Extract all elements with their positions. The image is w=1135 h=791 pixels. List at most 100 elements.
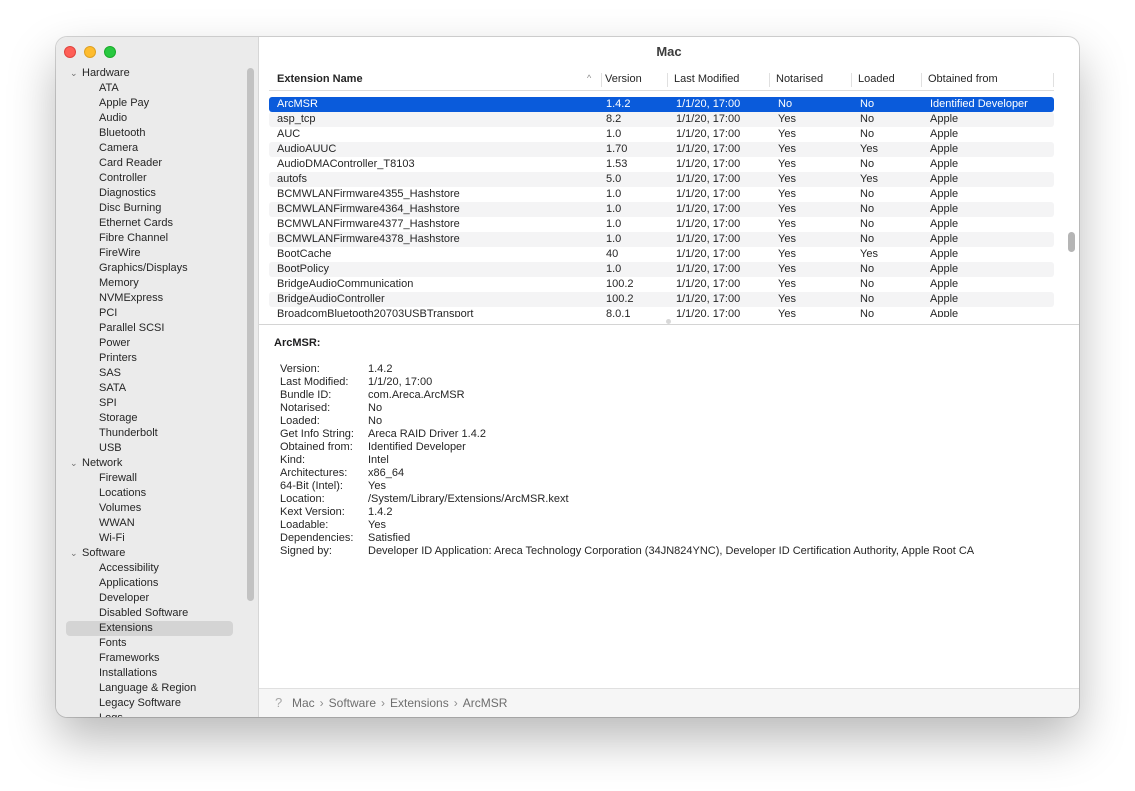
sidebar-item-extensions[interactable]: Extensions (99, 621, 153, 636)
column-header-last-modified[interactable]: Last Modified (674, 73, 739, 85)
table-cell-name: BridgeAudioCommunication (277, 278, 414, 290)
sidebar-item-logs[interactable]: Logs (99, 711, 123, 717)
table-cell-loaded: Yes (860, 143, 878, 155)
breadcrumb-item[interactable]: ArcMSR (463, 696, 508, 710)
sidebar-item-fonts[interactable]: Fonts (99, 636, 127, 651)
breadcrumb-item[interactable]: Software (329, 696, 376, 710)
table-cell-from: Apple (930, 218, 959, 230)
disclosure-chevron-icon[interactable]: ⌄ (70, 456, 82, 471)
sidebar-item-volumes[interactable]: Volumes (99, 501, 141, 516)
table-row[interactable]: BroadcomBluetooth20703USBTransport 8.0.1 1… (269, 307, 1054, 317)
sidebar-item-bluetooth[interactable]: Bluetooth (99, 126, 145, 141)
sidebar-item-spi[interactable]: SPI (99, 396, 117, 411)
table-cell-notarised: No (778, 98, 793, 110)
table-scrollbar[interactable] (1068, 232, 1075, 252)
table-cell-notarised: Yes (778, 203, 796, 215)
sidebar-item-locations[interactable]: Locations (99, 486, 146, 501)
table-cell-version: 100.2 (606, 278, 634, 290)
table-row[interactable]: ArcMSR 1.4.2 1/1/20, 17:00 No No Identified D… (269, 97, 1054, 112)
table-row[interactable]: BCMWLANFirmware4377_Hashstore 1.0 1/1/20, … (269, 217, 1054, 232)
column-header-loaded[interactable]: Loaded (858, 73, 895, 85)
sidebar-item-language-region[interactable]: Language & Region (99, 681, 196, 696)
sidebar-item-printers[interactable]: Printers (99, 351, 137, 366)
sidebar-item-disc-burning[interactable]: Disc Burning (99, 201, 161, 216)
sidebar-item-thunderbolt[interactable]: Thunderbolt (99, 426, 158, 441)
table-row[interactable]: BridgeAudioController 100.2 1/1/20, 17:00 Y… (269, 292, 1054, 307)
table-cell-version: 1.0 (606, 218, 622, 230)
table-row[interactable]: AudioDMAController_T8103 1.53 1/1/20, 17:0… (269, 157, 1054, 172)
table-cell-name: AudioDMAController_T8103 (277, 158, 415, 170)
table-row[interactable]: AudioAUUC 1.70 1/1/20, 17:00 Yes Yes Apple (269, 142, 1054, 157)
sidebar-item-fibre-channel[interactable]: Fibre Channel (99, 231, 168, 246)
table-cell-modified: 1/1/20, 17:00 (676, 128, 741, 140)
column-header-notarised[interactable]: Notarised (776, 73, 823, 85)
table-cell-version: 5.0 (606, 173, 622, 185)
main-pane: Mac Extension Name ^ Version Last Modifi… (259, 37, 1079, 717)
sidebar-item-memory[interactable]: Memory (99, 276, 139, 291)
detail-label: Last Modified: (280, 376, 349, 388)
sidebar-item-wi-fi[interactable]: Wi-Fi (99, 531, 125, 546)
sidebar-item-accessibility[interactable]: Accessibility (99, 561, 159, 576)
split-view-divider[interactable] (259, 324, 1079, 325)
breadcrumb-item[interactable]: Mac (292, 696, 315, 710)
sidebar-item-usb[interactable]: USB (99, 441, 122, 456)
table-row[interactable]: BCMWLANFirmware4355_Hashstore 1.0 1/1/20, … (269, 187, 1054, 202)
sidebar-item-card-reader[interactable]: Card Reader (99, 156, 162, 171)
sidebar-category-network[interactable]: ⌄ Network (70, 456, 122, 471)
sidebar-item-storage[interactable]: Storage (99, 411, 138, 426)
sidebar-item-audio[interactable]: Audio (99, 111, 127, 126)
sidebar-item-diagnostics[interactable]: Diagnostics (99, 186, 156, 201)
sidebar-item-developer[interactable]: Developer (99, 591, 149, 606)
column-divider[interactable] (1053, 73, 1054, 87)
sidebar-item-firewire[interactable]: FireWire (99, 246, 141, 261)
column-divider[interactable] (769, 73, 770, 87)
breadcrumb-item[interactable]: Extensions (390, 696, 449, 710)
sidebar-category-software[interactable]: ⌄ Software (70, 546, 125, 561)
table-row[interactable]: asp_tcp 8.2 1/1/20, 17:00 Yes No Apple (269, 112, 1054, 127)
sidebar-item-power[interactable]: Power (99, 336, 130, 351)
column-divider[interactable] (921, 73, 922, 87)
sidebar-item-ata[interactable]: ATA (99, 81, 119, 96)
sort-ascending-icon[interactable]: ^ (587, 73, 591, 83)
sidebar-item-ethernet-cards[interactable]: Ethernet Cards (99, 216, 173, 231)
column-divider[interactable] (601, 73, 602, 87)
sidebar-item-nvmexpress[interactable]: NVMExpress (99, 291, 163, 306)
sidebar-scrollbar[interactable] (247, 68, 254, 601)
detail-value: com.Areca.ArcMSR (368, 389, 465, 401)
sidebar-item-controller[interactable]: Controller (99, 171, 147, 186)
sidebar-item-sata[interactable]: SATA (99, 381, 126, 396)
sidebar-item-sas[interactable]: SAS (99, 366, 121, 381)
sidebar-item-frameworks[interactable]: Frameworks (99, 651, 160, 666)
zoom-window-button[interactable] (104, 46, 116, 58)
table-cell-from: Apple (930, 293, 959, 305)
disclosure-chevron-icon[interactable]: ⌄ (70, 66, 82, 81)
close-window-button[interactable] (64, 46, 76, 58)
sidebar-item-apple-pay[interactable]: Apple Pay (99, 96, 149, 111)
minimize-window-button[interactable] (84, 46, 96, 58)
disclosure-chevron-icon[interactable]: ⌄ (70, 546, 82, 561)
sidebar-item-camera[interactable]: Camera (99, 141, 138, 156)
table-row[interactable]: BCMWLANFirmware4364_Hashstore 1.0 1/1/20, … (269, 202, 1054, 217)
table-row[interactable]: BootPolicy 1.0 1/1/20, 17:00 Yes No Apple (269, 262, 1054, 277)
table-row[interactable]: BridgeAudioCommunication 100.2 1/1/20, 17:… (269, 277, 1054, 292)
sidebar-item-graphics-displays[interactable]: Graphics/Displays (99, 261, 188, 276)
column-header-version[interactable]: Version (605, 73, 642, 85)
table-row[interactable]: autofs 5.0 1/1/20, 17:00 Yes Yes Apple (269, 172, 1054, 187)
table-row[interactable]: BCMWLANFirmware4378_Hashstore 1.0 1/1/20, … (269, 232, 1054, 247)
help-icon[interactable]: ? (275, 689, 282, 717)
table-row[interactable]: AUC 1.0 1/1/20, 17:00 Yes No Apple (269, 127, 1054, 142)
sidebar-item-installations[interactable]: Installations (99, 666, 157, 681)
sidebar-item-applications[interactable]: Applications (99, 576, 158, 591)
column-header-obtained-from[interactable]: Obtained from (928, 73, 998, 85)
sidebar-item-legacy-software[interactable]: Legacy Software (99, 696, 181, 711)
sidebar-item-pci[interactable]: PCI (99, 306, 117, 321)
sidebar-category-hardware[interactable]: ⌄ Hardware (70, 66, 130, 81)
sidebar-item-disabled-software[interactable]: Disabled Software (99, 606, 188, 621)
column-divider[interactable] (667, 73, 668, 87)
sidebar-item-firewall[interactable]: Firewall (99, 471, 137, 486)
sidebar-item-parallel-scsi[interactable]: Parallel SCSI (99, 321, 164, 336)
column-divider[interactable] (851, 73, 852, 87)
table-row[interactable]: BootCache 40 1/1/20, 17:00 Yes Yes Apple (269, 247, 1054, 262)
column-header-name[interactable]: Extension Name (277, 73, 363, 85)
sidebar-item-wwan[interactable]: WWAN (99, 516, 135, 531)
